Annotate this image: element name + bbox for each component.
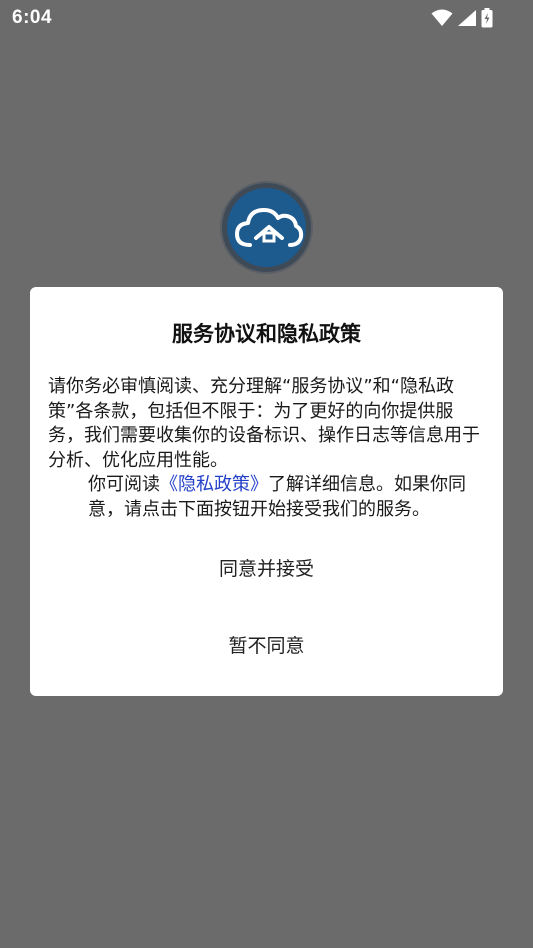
dialog-title: 服务协议和隐私政策 xyxy=(172,322,361,346)
dialog-paragraph-1: 请你务必审慎阅读、充分理解“服务协议”和“隐私政策”各条款，包括但不限于：为了更… xyxy=(48,376,480,471)
app-logo xyxy=(220,181,313,274)
status-icons xyxy=(431,7,493,29)
privacy-policy-link[interactable]: 《隐私政策》 xyxy=(160,474,268,495)
status-time: 6:04 xyxy=(12,7,53,28)
cellular-signal-icon xyxy=(458,10,476,26)
wifi-icon xyxy=(431,9,453,26)
status-bar: 6:04 xyxy=(0,0,533,36)
decline-button[interactable]: 暂不同意 xyxy=(30,624,503,668)
dialog-body: 请你务必审慎阅读、充分理解“服务协议”和“隐私政策”各条款，包括但不限于：为了更… xyxy=(48,375,488,522)
cloud-house-logo-icon xyxy=(235,208,304,247)
battery-charging-icon xyxy=(481,8,493,28)
accept-button[interactable]: 同意并接受 xyxy=(30,547,503,591)
paragraph-2-lead-text: 你可阅读 xyxy=(88,474,160,495)
privacy-dialog: 服务协议和隐私政策 请你务必审慎阅读、充分理解“服务协议”和“隐私政策”各条款，… xyxy=(30,287,503,696)
dialog-paragraph-2: 你可阅读《隐私政策》了解详细信息。如果你同意，请点击下面按钮开始接受我们的服务。 xyxy=(48,473,488,522)
